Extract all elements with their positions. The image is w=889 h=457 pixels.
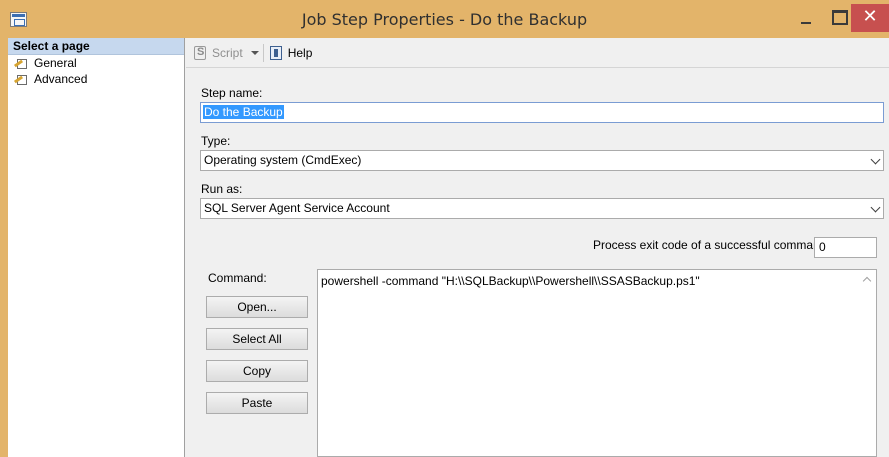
close-button[interactable]: ✕ bbox=[851, 4, 889, 32]
page-properties-icon bbox=[13, 57, 28, 70]
minimize-button[interactable] bbox=[792, 6, 820, 30]
select-page-header: Select a page bbox=[8, 38, 184, 55]
toolbar: Script Help bbox=[186, 38, 889, 68]
vertical-scrollbar[interactable] bbox=[859, 270, 876, 456]
run-as-select[interactable]: SQL Server Agent Service Account bbox=[200, 198, 884, 219]
script-dropdown-arrow-icon[interactable] bbox=[250, 50, 259, 55]
chevron-down-icon bbox=[870, 154, 881, 165]
step-name-field[interactable]: Do the Backup bbox=[200, 102, 884, 123]
copy-button[interactable]: Copy bbox=[206, 360, 308, 382]
select-all-button[interactable]: Select All bbox=[206, 328, 308, 350]
type-select[interactable]: Operating system (CmdExec) bbox=[200, 150, 884, 171]
paste-button[interactable]: Paste bbox=[206, 392, 308, 414]
type-value: Operating system (CmdExec) bbox=[204, 153, 362, 167]
close-icon: ✕ bbox=[862, 6, 878, 27]
exit-code-field[interactable]: 0 bbox=[814, 237, 877, 258]
toolbar-separator bbox=[262, 43, 264, 62]
command-text: powershell -command "H:\\SQLBackup\\Powe… bbox=[321, 274, 700, 288]
command-textarea[interactable]: powershell -command "H:\\SQLBackup\\Powe… bbox=[317, 269, 877, 457]
scroll-up-icon[interactable] bbox=[862, 276, 872, 286]
command-label: Command: bbox=[208, 271, 267, 285]
type-label: Type: bbox=[201, 134, 231, 148]
help-button[interactable]: Help bbox=[288, 46, 313, 60]
sidebar-item-general[interactable]: General bbox=[8, 55, 184, 71]
open-button[interactable]: Open... bbox=[206, 296, 308, 318]
run-as-label: Run as: bbox=[201, 182, 243, 196]
sidebar-item-label: Advanced bbox=[34, 72, 88, 86]
script-button[interactable]: Script bbox=[212, 46, 243, 60]
step-name-value: Do the Backup bbox=[203, 105, 284, 119]
sidebar-item-advanced[interactable]: Advanced bbox=[8, 71, 184, 87]
window-title: Job Step Properties - Do the Backup bbox=[301, 10, 588, 29]
run-as-value: SQL Server Agent Service Account bbox=[204, 201, 390, 215]
step-name-label: Step name: bbox=[201, 86, 263, 100]
chevron-down-icon bbox=[870, 202, 881, 213]
exit-code-label: Process exit code of a successful comman… bbox=[593, 238, 830, 252]
page-selector-panel: Select a page General Advanced bbox=[8, 38, 185, 457]
job-step-properties-window: Job Step Properties - Do the Backup ✕ Se… bbox=[0, 0, 889, 457]
general-page: Script Help Step name: Do the Backup Typ… bbox=[186, 38, 889, 457]
sidebar-item-label: General bbox=[34, 56, 77, 70]
help-icon bbox=[268, 45, 284, 61]
script-icon bbox=[192, 45, 208, 61]
page-properties-icon bbox=[13, 73, 28, 86]
dialog-client-area: Select a page General Advanced Script He… bbox=[8, 38, 889, 457]
maximize-button[interactable] bbox=[824, 6, 852, 30]
title-bar[interactable]: Job Step Properties - Do the Backup ✕ bbox=[0, 0, 889, 38]
